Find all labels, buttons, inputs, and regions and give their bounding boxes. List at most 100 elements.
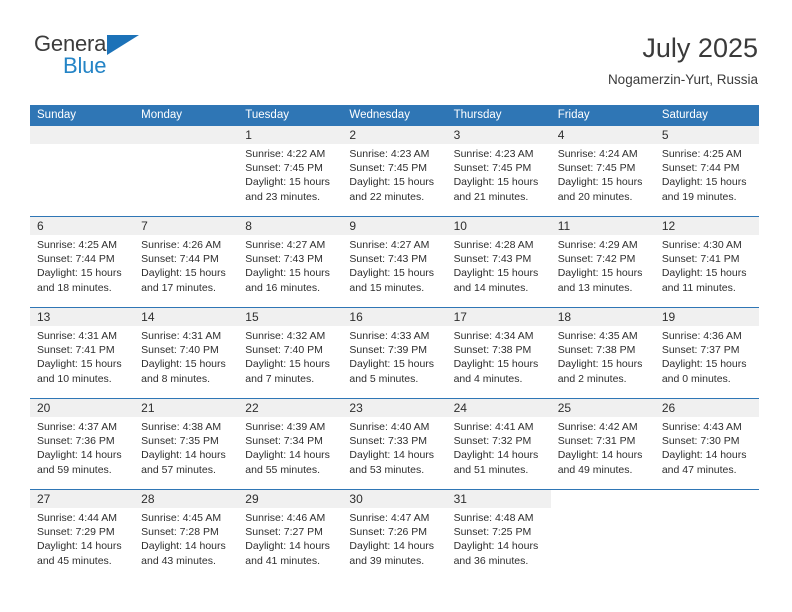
day-detail-line: Daylight: 14 hours: [661, 449, 747, 462]
calendar-day-cell[interactable]: 31 Sunrise: 4:48 AM Sunset: 7:25 PM Dayligh…: [447, 490, 551, 580]
calendar-day-cell[interactable]: 11 Sunrise: 4:29 AM Sunset: 7:42 PM Dayligh…: [551, 217, 655, 307]
calendar-day-cell[interactable]: 12 Sunrise: 4:30 AM Sunset: 7:41 PM Dayligh…: [655, 217, 759, 307]
day-detail-line: Sunset: 7:32 PM: [453, 435, 532, 448]
day-details: Sunrise: 4:23 AM Sunset: 7:45 PM Daylight:…: [454, 147, 548, 204]
day-number: 12: [661, 219, 676, 233]
calendar-day-empty: [551, 490, 655, 580]
calendar-day-cell[interactable]: 3 Sunrise: 4:23 AM Sunset: 7:45 PM Daylight…: [447, 126, 551, 216]
day-detail-line: Sunset: 7:37 PM: [661, 344, 740, 357]
day-detail-line: Sunset: 7:38 PM: [453, 344, 532, 357]
day-detail-line: Daylight: 15 hours: [141, 267, 226, 280]
calendar-day-cell[interactable]: 27 Sunrise: 4:44 AM Sunset: 7:29 PM Dayligh…: [30, 490, 134, 580]
day-detail-line: Daylight: 14 hours: [141, 449, 226, 462]
location-subtitle: Nogamerzin-Yurt, Russia: [607, 72, 758, 87]
calendar-day-cell[interactable]: 26 Sunrise: 4:43 AM Sunset: 7:30 PM Dayligh…: [655, 399, 759, 489]
calendar-day-cell[interactable]: 22 Sunrise: 4:39 AM Sunset: 7:34 PM Dayligh…: [238, 399, 342, 489]
calendar-day-cell[interactable]: 21 Sunrise: 4:38 AM Sunset: 7:35 PM Dayligh…: [134, 399, 238, 489]
day-detail-line: Sunrise: 4:31 AM: [141, 330, 222, 342]
calendar-day-cell[interactable]: 8 Sunrise: 4:27 AM Sunset: 7:43 PM Daylight…: [238, 217, 342, 307]
day-detail-line: Sunrise: 4:31 AM: [37, 330, 117, 342]
calendar-day-cell[interactable]: 2 Sunrise: 4:23 AM Sunset: 7:45 PM Daylight…: [342, 126, 446, 216]
calendar-day-cell[interactable]: 25 Sunrise: 4:42 AM Sunset: 7:31 PM Dayligh…: [551, 399, 655, 489]
day-detail-line: and 57 minutes.: [141, 463, 216, 476]
day-detail-line: Sunrise: 4:23 AM: [453, 148, 534, 160]
day-number: 2: [349, 128, 357, 142]
calendar-day-cell[interactable]: 15 Sunrise: 4:32 AM Sunset: 7:40 PM Dayligh…: [238, 308, 342, 398]
day-number: 20: [37, 401, 51, 415]
weekday-header-row: Sunday Monday Tuesday Wednesday Thursday Frid…: [30, 105, 759, 126]
triangle-icon: [107, 35, 139, 55]
calendar-day-cell[interactable]: 10 Sunrise: 4:28 AM Sunset: 7:43 PM Dayligh…: [447, 217, 551, 307]
day-number: 7: [141, 219, 148, 233]
day-detail-line: Sunset: 7:45 PM: [557, 162, 636, 175]
calendar-week-row: 27 Sunrise: 4:44 AM Sunset: 7:29 PM Dayligh…: [30, 489, 759, 580]
day-detail-line: and 51 minutes.: [453, 463, 529, 476]
day-details: Sunrise: 4:35 AM Sunset: 7:38 PM Daylight:…: [558, 329, 652, 386]
day-detail-line: Daylight: 15 hours: [37, 267, 122, 280]
day-detail-line: Sunset: 7:33 PM: [349, 435, 428, 448]
calendar-day-cell[interactable]: 28 Sunrise: 4:45 AM Sunset: 7:28 PM Dayligh…: [134, 490, 238, 580]
day-details: Sunrise: 4:36 AM Sunset: 7:37 PM Daylight:…: [662, 329, 756, 386]
day-details: Sunrise: 4:47 AM Sunset: 7:26 PM Daylight:…: [349, 511, 443, 568]
day-detail-line: Sunrise: 4:36 AM: [661, 330, 742, 342]
day-detail-line: and 15 minutes.: [349, 281, 425, 294]
day-detail-line: Daylight: 14 hours: [245, 449, 330, 462]
day-details: Sunrise: 4:43 AM Sunset: 7:30 PM Daylight:…: [662, 420, 756, 477]
day-detail-line: Daylight: 14 hours: [37, 449, 122, 462]
calendar-day-cell[interactable]: 6 Sunrise: 4:25 AM Sunset: 7:44 PM Daylight…: [30, 217, 134, 307]
day-detail-line: Sunset: 7:31 PM: [557, 435, 636, 448]
day-number: 8: [245, 219, 252, 233]
calendar-day-cell[interactable]: 4 Sunrise: 4:24 AM Sunset: 7:45 PM Daylight…: [551, 126, 655, 216]
day-detail-line: Sunset: 7:35 PM: [141, 435, 219, 448]
day-detail-line: Daylight: 15 hours: [349, 358, 435, 371]
calendar-day-empty: [134, 126, 238, 216]
day-detail-line: Sunrise: 4:28 AM: [453, 239, 534, 251]
day-detail-line: Daylight: 15 hours: [557, 176, 643, 189]
day-detail-line: Sunrise: 4:32 AM: [245, 330, 326, 342]
day-detail-line: Sunset: 7:43 PM: [349, 253, 428, 266]
day-detail-line: and 14 minutes.: [453, 281, 529, 294]
day-detail-line: Sunrise: 4:45 AM: [141, 512, 222, 524]
day-number: 28: [141, 492, 155, 506]
calendar-day-cell[interactable]: 18 Sunrise: 4:35 AM Sunset: 7:38 PM Dayligh…: [551, 308, 655, 398]
calendar-day-cell[interactable]: 24 Sunrise: 4:41 AM Sunset: 7:32 PM Dayligh…: [447, 399, 551, 489]
day-detail-line: Sunset: 7:40 PM: [141, 344, 219, 357]
day-detail-line: Sunrise: 4:38 AM: [141, 421, 222, 433]
logo-text-blue: Blue: [63, 53, 107, 78]
day-details: Sunrise: 4:33 AM Sunset: 7:39 PM Daylight:…: [349, 329, 443, 386]
day-detail-line: Daylight: 15 hours: [349, 267, 435, 280]
calendar-day-cell[interactable]: 23 Sunrise: 4:40 AM Sunset: 7:33 PM Dayligh…: [342, 399, 446, 489]
calendar-day-cell[interactable]: 30 Sunrise: 4:47 AM Sunset: 7:26 PM Dayligh…: [342, 490, 446, 580]
calendar-day-cell[interactable]: 9 Sunrise: 4:27 AM Sunset: 7:43 PM Daylight…: [342, 217, 446, 307]
general-blue-logo[interactable]: General Blue: [34, 32, 254, 88]
day-detail-line: Daylight: 15 hours: [557, 358, 643, 371]
day-detail-line: Sunset: 7:36 PM: [37, 435, 115, 448]
calendar-day-cell[interactable]: 20 Sunrise: 4:37 AM Sunset: 7:36 PM Dayligh…: [30, 399, 134, 489]
day-detail-line: Sunset: 7:30 PM: [661, 435, 740, 448]
day-detail-line: and 45 minutes.: [37, 554, 112, 567]
calendar-week-row: 6 Sunrise: 4:25 AM Sunset: 7:44 PM Daylight…: [30, 216, 759, 307]
day-detail-line: and 0 minutes.: [661, 372, 731, 385]
day-detail-line: Daylight: 15 hours: [349, 176, 435, 189]
day-detail-line: Sunset: 7:44 PM: [37, 253, 115, 266]
day-number: 3: [453, 128, 461, 142]
calendar-day-cell[interactable]: 13 Sunrise: 4:31 AM Sunset: 7:41 PM Dayligh…: [30, 308, 134, 398]
calendar-day-cell[interactable]: 5 Sunrise: 4:25 AM Sunset: 7:44 PM Daylight…: [655, 126, 759, 216]
calendar-day-cell[interactable]: 16 Sunrise: 4:33 AM Sunset: 7:39 PM Dayligh…: [342, 308, 446, 398]
calendar-day-cell[interactable]: 29 Sunrise: 4:46 AM Sunset: 7:27 PM Dayligh…: [238, 490, 342, 580]
day-detail-line: Sunrise: 4:35 AM: [557, 330, 638, 342]
day-detail-line: Daylight: 15 hours: [245, 267, 330, 280]
day-details: Sunrise: 4:38 AM Sunset: 7:35 PM Daylight:…: [141, 420, 235, 477]
calendar-day-cell[interactable]: 7 Sunrise: 4:26 AM Sunset: 7:44 PM Daylight…: [134, 217, 238, 307]
day-details: Sunrise: 4:27 AM Sunset: 7:43 PM Daylight:…: [245, 238, 339, 295]
calendar-day-cell[interactable]: 19 Sunrise: 4:36 AM Sunset: 7:37 PM Dayligh…: [655, 308, 759, 398]
calendar-day-cell[interactable]: 14 Sunrise: 4:31 AM Sunset: 7:40 PM Dayligh…: [134, 308, 238, 398]
day-number: 24: [453, 401, 467, 415]
calendar-day-cell[interactable]: 17 Sunrise: 4:34 AM Sunset: 7:38 PM Dayligh…: [447, 308, 551, 398]
weekday-header-friday: Friday: [557, 109, 590, 121]
day-detail-line: and 36 minutes.: [453, 554, 529, 567]
calendar-day-cell[interactable]: 1 Sunrise: 4:22 AM Sunset: 7:45 PM Daylight…: [238, 126, 342, 216]
day-details: Sunrise: 4:25 AM Sunset: 7:44 PM Daylight:…: [37, 238, 131, 295]
day-detail-line: Daylight: 14 hours: [557, 449, 643, 462]
day-detail-line: Sunset: 7:41 PM: [37, 344, 115, 357]
